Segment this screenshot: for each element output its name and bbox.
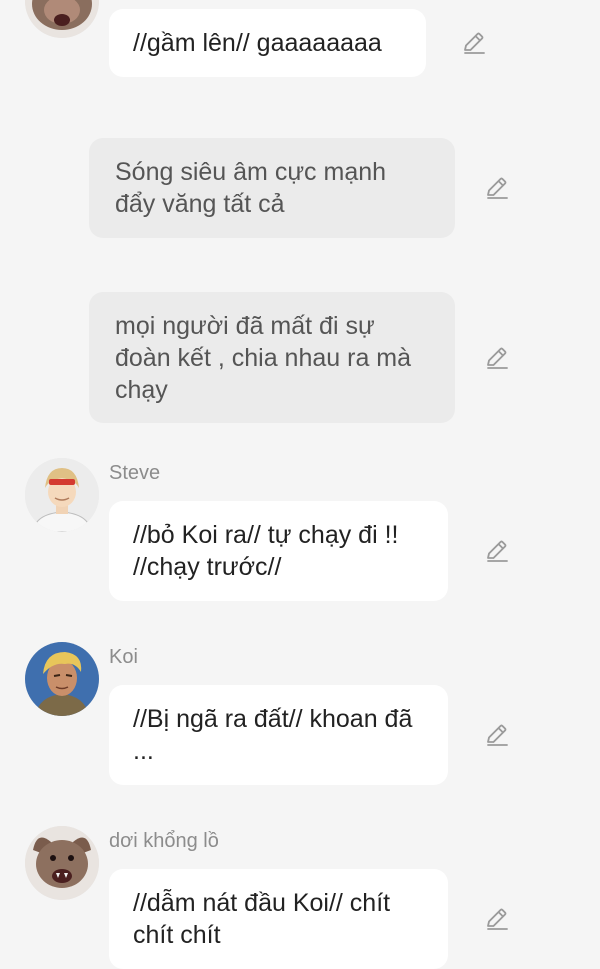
bat-avatar-image xyxy=(25,826,99,900)
narration-bubble[interactable]: Sóng siêu âm cực mạnh đẩy văng tất cả xyxy=(89,138,455,238)
pencil-icon xyxy=(487,347,508,369)
message-bubble[interactable]: //gầm lên// gaaaaaaaa xyxy=(109,9,426,77)
message-bubble[interactable]: //bỏ Koi ra// tự chạy đi !! //chạy trước… xyxy=(109,501,448,601)
pencil-icon xyxy=(487,177,508,199)
bat-avatar-image xyxy=(25,0,99,38)
message-bubble[interactable]: //Bị ngã ra đất// khoan đã ... xyxy=(109,685,448,785)
speaker-name: Steve xyxy=(109,462,161,484)
edit-button[interactable] xyxy=(484,345,510,371)
edit-button[interactable] xyxy=(484,722,510,748)
koi-avatar[interactable] xyxy=(25,642,99,716)
message-text: //Bị ngã ra đất// khoan đã ... xyxy=(133,705,413,765)
pencil-icon xyxy=(487,908,508,930)
edit-button[interactable] xyxy=(461,30,487,56)
narration-text: mọi người đã mất đi sự đoàn kết , chia n… xyxy=(115,311,412,404)
steve-avatar[interactable] xyxy=(25,458,99,532)
edit-button[interactable] xyxy=(484,906,510,932)
message-text: //dẫm nát đầu Koi// chít chít chít xyxy=(133,889,391,949)
pencil-icon xyxy=(487,724,508,746)
steve-avatar-image xyxy=(25,458,99,532)
pencil-icon xyxy=(487,540,508,562)
message-text: //gầm lên// gaaaaaaaa xyxy=(133,29,382,57)
speaker-name: dơi khổng lồ xyxy=(109,830,219,852)
narration-text: Sóng siêu âm cực mạnh đẩy văng tất cả xyxy=(115,158,387,218)
narration-bubble[interactable]: mọi người đã mất đi sự đoàn kết , chia n… xyxy=(89,292,455,423)
speaker-name: Koi xyxy=(109,646,138,668)
bat-avatar[interactable] xyxy=(25,826,99,900)
koi-avatar-image xyxy=(25,642,99,716)
edit-button[interactable] xyxy=(484,175,510,201)
message-text: //bỏ Koi ra// tự chạy đi !! //chạy trước… xyxy=(133,521,399,581)
pencil-icon xyxy=(464,32,485,54)
bat-avatar[interactable] xyxy=(25,0,99,38)
edit-button[interactable] xyxy=(484,538,510,564)
message-bubble[interactable]: //dẫm nát đầu Koi// chít chít chít xyxy=(109,869,448,969)
